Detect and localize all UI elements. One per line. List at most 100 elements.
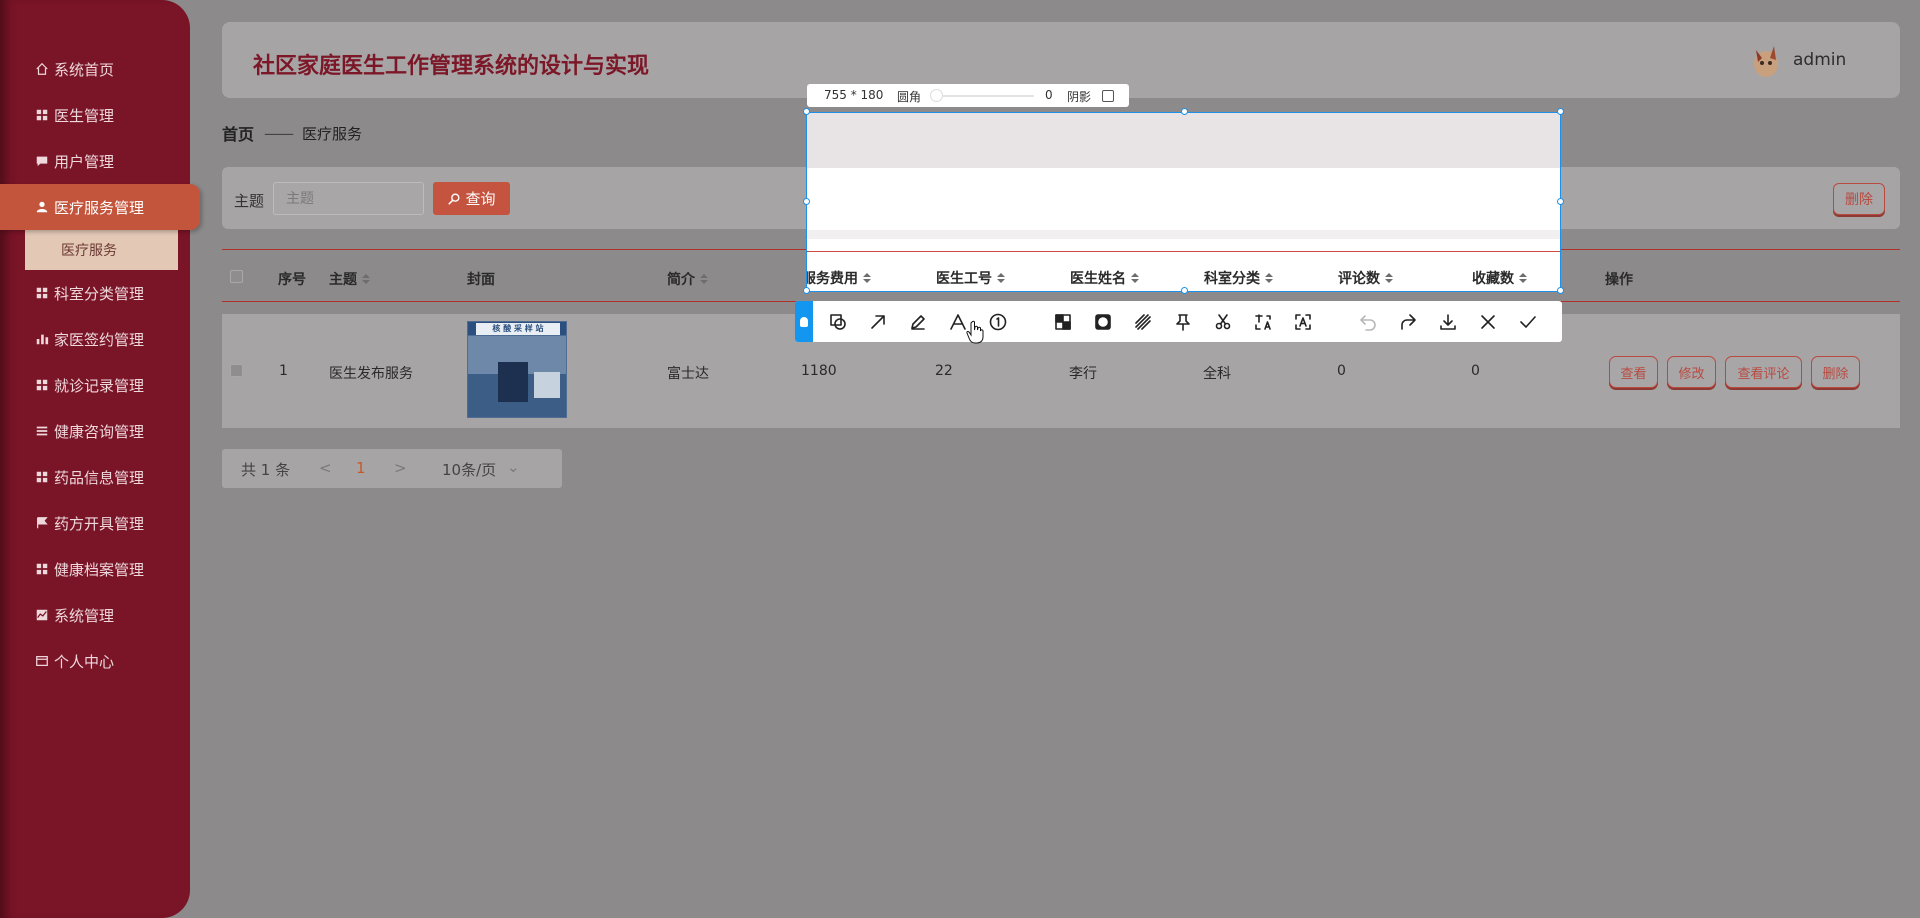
resize-handle[interactable] bbox=[1181, 108, 1188, 115]
cell-subject: 医生发布服务 bbox=[329, 366, 413, 382]
row-checkbox[interactable] bbox=[230, 364, 243, 377]
column-header-intro[interactable]: 简介 bbox=[667, 269, 708, 289]
column-header-doctor-id[interactable]: 医生工号 bbox=[936, 268, 1005, 288]
cancel-icon[interactable] bbox=[1477, 311, 1499, 333]
select-all-checkbox[interactable] bbox=[230, 270, 243, 283]
column-label: 医生工号 bbox=[936, 271, 992, 287]
resize-handle[interactable] bbox=[1557, 108, 1564, 115]
drag-handle-icon[interactable] bbox=[795, 301, 813, 342]
sidebar-item-department[interactable]: 科室分类管理 bbox=[0, 270, 190, 316]
cell-department: 全科 bbox=[1203, 366, 1231, 382]
sidebar-item-label: 医生管理 bbox=[54, 106, 115, 125]
next-page-button[interactable]: > bbox=[394, 459, 407, 477]
ocr-icon[interactable] bbox=[1292, 311, 1314, 333]
pencil-icon[interactable] bbox=[907, 311, 929, 333]
sidebar-item-doctors[interactable]: 医生管理 bbox=[0, 92, 190, 138]
download-icon[interactable] bbox=[1437, 311, 1459, 333]
sort-icon[interactable] bbox=[1265, 273, 1273, 283]
search-label: 主题 bbox=[234, 192, 265, 210]
sort-icon[interactable] bbox=[1519, 273, 1527, 283]
sidebar-subitem-medical-service[interactable]: 医疗服务 bbox=[25, 230, 178, 270]
list-icon bbox=[34, 423, 50, 439]
edit-button[interactable]: 修改 bbox=[1667, 356, 1716, 388]
sidebar-item-home[interactable]: 系统首页 bbox=[0, 46, 190, 92]
resize-handle[interactable] bbox=[803, 198, 810, 205]
sidebar-item-users[interactable]: 用户管理 bbox=[0, 138, 190, 184]
undo-icon[interactable] bbox=[1357, 311, 1379, 333]
cell-index: 1 bbox=[279, 363, 288, 379]
sidebar-item-label: 就诊记录管理 bbox=[54, 376, 145, 395]
blur-icon[interactable] bbox=[1092, 311, 1114, 333]
sidebar-item-system[interactable]: 系统管理 bbox=[0, 592, 190, 638]
batch-delete-button[interactable]: 删除 bbox=[1833, 183, 1885, 215]
query-button-label: 查询 bbox=[465, 190, 496, 208]
column-label: 简介 bbox=[667, 272, 695, 288]
avatar[interactable] bbox=[1746, 40, 1786, 80]
sidebar-item-medicine[interactable]: 药品信息管理 bbox=[0, 454, 190, 500]
scissors-icon[interactable] bbox=[1212, 311, 1234, 333]
sort-icon[interactable] bbox=[863, 273, 871, 283]
pin-icon[interactable] bbox=[1172, 311, 1194, 333]
grid-icon bbox=[34, 469, 50, 485]
cover-image[interactable]: 核 酸 采 样 站 bbox=[467, 321, 567, 418]
sort-icon[interactable] bbox=[362, 274, 370, 284]
query-button[interactable]: 查询 bbox=[433, 182, 510, 215]
search-input[interactable] bbox=[273, 182, 424, 215]
confirm-icon[interactable] bbox=[1517, 311, 1539, 333]
column-header-comments[interactable]: 评论数 bbox=[1338, 268, 1393, 288]
sidebar-item-prescription[interactable]: 药方开具管理 bbox=[0, 500, 190, 546]
resize-handle[interactable] bbox=[803, 108, 810, 115]
sidebar-item-profile[interactable]: 个人中心 bbox=[0, 638, 190, 684]
cover-door bbox=[498, 362, 528, 402]
page-size-select[interactable]: 10条/页 bbox=[442, 459, 496, 480]
shadow-checkbox[interactable] bbox=[1102, 90, 1114, 102]
column-header-doctor-name[interactable]: 医生姓名 bbox=[1070, 268, 1139, 288]
column-header-favorites[interactable]: 收藏数 bbox=[1472, 268, 1527, 288]
sidebar-item-medical-service[interactable]: 医疗服务管理 bbox=[0, 184, 200, 230]
resize-handle[interactable] bbox=[1557, 198, 1564, 205]
breadcrumb-separator: —— bbox=[264, 123, 294, 143]
grid-icon bbox=[34, 377, 50, 393]
column-header-department[interactable]: 科室分类 bbox=[1204, 268, 1273, 288]
translate-icon[interactable] bbox=[1252, 311, 1274, 333]
sidebar-item-label: 药方开具管理 bbox=[54, 514, 145, 533]
current-page[interactable]: 1 bbox=[356, 459, 366, 477]
resize-handle[interactable] bbox=[803, 287, 810, 294]
selection-divider bbox=[807, 251, 1560, 252]
prev-page-button[interactable]: < bbox=[319, 459, 332, 477]
radius-value: 0 bbox=[1045, 88, 1053, 102]
column-header-subject[interactable]: 主题 bbox=[329, 269, 370, 289]
delete-button[interactable]: 删除 bbox=[1811, 356, 1860, 388]
sidebar-item-contract[interactable]: 家医签约管理 bbox=[0, 316, 190, 362]
sidebar-item-health-records[interactable]: 健康档案管理 bbox=[0, 546, 190, 592]
arrow-icon[interactable] bbox=[867, 311, 889, 333]
view-comments-button[interactable]: 查看评论 bbox=[1725, 356, 1802, 388]
sort-icon[interactable] bbox=[997, 273, 1005, 283]
flag-icon bbox=[34, 515, 50, 531]
radius-slider-handle[interactable] bbox=[930, 89, 943, 102]
cover-banner: 核 酸 采 样 站 bbox=[476, 323, 560, 335]
shape-icon[interactable] bbox=[827, 311, 849, 333]
sort-icon[interactable] bbox=[700, 274, 708, 284]
user-name[interactable]: admin bbox=[1793, 50, 1846, 70]
mosaic-icon[interactable] bbox=[1052, 311, 1074, 333]
page-title: 社区家庭医生工作管理系统的设计与实现 bbox=[253, 54, 650, 79]
sidebar-item-label: 药品信息管理 bbox=[54, 468, 145, 487]
sort-icon[interactable] bbox=[1131, 273, 1139, 283]
radius-slider-track[interactable] bbox=[934, 95, 1034, 97]
column-header-fee[interactable]: 服务费用 bbox=[807, 268, 871, 288]
sort-icon[interactable] bbox=[1385, 273, 1393, 283]
stripe-icon[interactable] bbox=[1132, 311, 1154, 333]
capture-selection[interactable]: 服务费用 医生工号 医生姓名 科室分类 评论数 收藏数 bbox=[806, 112, 1561, 292]
breadcrumb-home[interactable]: 首页 bbox=[222, 121, 254, 145]
breadcrumb-current: 医疗服务 bbox=[302, 124, 363, 143]
hand-cursor-icon bbox=[966, 320, 984, 344]
resize-handle[interactable] bbox=[1557, 287, 1564, 294]
view-button[interactable]: 查看 bbox=[1609, 356, 1658, 388]
redo-icon[interactable] bbox=[1397, 311, 1419, 333]
number-icon[interactable] bbox=[987, 311, 1009, 333]
sidebar-item-consultation[interactable]: 健康咨询管理 bbox=[0, 408, 190, 454]
sidebar-item-visit-records[interactable]: 就诊记录管理 bbox=[0, 362, 190, 408]
sidebar-item-label: 健康咨询管理 bbox=[54, 422, 145, 441]
resize-handle[interactable] bbox=[1181, 287, 1188, 294]
